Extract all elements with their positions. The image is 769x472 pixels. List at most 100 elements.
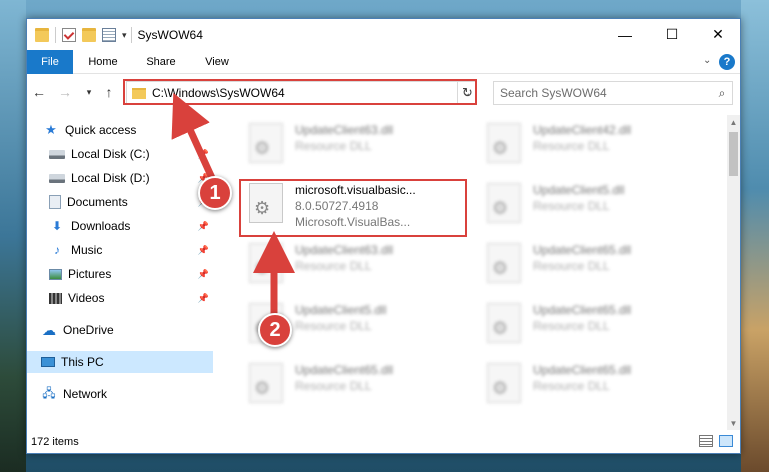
file-item[interactable]: UpdateClient5.dll Resource DLL (475, 177, 705, 233)
sidebar-item-music[interactable]: ♪ Music 📌 (27, 239, 213, 261)
new-folder-icon[interactable] (82, 28, 96, 42)
file-item[interactable]: UpdateClient63.dll Resource DLL (237, 117, 467, 173)
sidebar-item-downloads[interactable]: ⬇ Downloads 📌 (27, 215, 213, 237)
sidebar-item-network[interactable]: 🖧 Network (27, 383, 213, 405)
pin-icon[interactable]: 📌 (198, 293, 209, 304)
file-name: UpdateClient65.dll (295, 363, 394, 377)
download-icon: ⬇ (51, 219, 63, 233)
tab-view[interactable]: View (191, 50, 243, 74)
dll-file-icon (487, 303, 521, 343)
address-bar-highlight (123, 79, 477, 105)
file-name: UpdateClient63.dll (295, 123, 394, 137)
file-name: UpdateClient63.dll (295, 243, 394, 257)
file-item[interactable]: UpdateClient65.dll Resource DLL (475, 237, 705, 293)
item-count: 172 items (31, 435, 79, 448)
tab-share[interactable]: Share (133, 50, 189, 74)
pin-icon[interactable]: 📌 (198, 269, 209, 280)
sidebar-item-onedrive[interactable]: ☁ OneDrive (27, 319, 213, 341)
sidebar-item-this-pc[interactable]: This PC (27, 351, 213, 373)
desktop-background-right (741, 0, 769, 472)
file-type: Resource DLL (533, 379, 610, 393)
file-name: UpdateClient5.dll (295, 303, 387, 317)
sidebar-item-label: Music (71, 243, 103, 257)
sidebar-item-local-disk-c[interactable]: Local Disk (C:) 📌 (27, 143, 213, 165)
dll-file-icon (487, 123, 521, 163)
file-name: UpdateClient5.dll (533, 183, 625, 197)
file-name: UpdateClient65.dll (533, 303, 632, 317)
close-button[interactable]: ✕ (695, 19, 741, 50)
sidebar-item-quick-access[interactable]: ★ Quick access (27, 119, 213, 141)
sidebar-item-label: OneDrive (63, 323, 114, 337)
tiles-view-icon[interactable] (719, 435, 733, 447)
dll-file-icon (249, 123, 283, 163)
sidebar-item-label: Local Disk (D:) (71, 171, 150, 185)
step-2-badge: 2 (258, 313, 292, 347)
pin-icon[interactable]: 📌 (198, 221, 209, 232)
dll-file-icon (249, 363, 283, 403)
disk-icon (49, 173, 65, 183)
back-arrow-icon[interactable]: ← (29, 82, 49, 102)
view-properties-icon[interactable] (102, 28, 116, 42)
navigation-pane: ★ Quick access Local Disk (C:) 📌 Local D… (27, 115, 213, 430)
details-view-icon[interactable] (699, 435, 713, 447)
dll-file-icon (487, 363, 521, 403)
search-box[interactable]: ⌕ (493, 81, 733, 105)
disk-icon (49, 149, 65, 159)
folder-icon (35, 28, 49, 42)
tab-file[interactable]: File (27, 50, 73, 74)
recent-locations-dropdown-icon[interactable]: ▾ (79, 82, 99, 102)
file-item[interactable]: UpdateClient42.dll Resource DLL (475, 117, 705, 173)
search-input[interactable] (500, 86, 712, 100)
pc-icon (41, 357, 55, 367)
properties-check-icon[interactable] (62, 28, 76, 42)
file-type: Resource DLL (295, 139, 372, 153)
expand-ribbon-icon[interactable]: ⌄ (703, 55, 711, 66)
sidebar-item-label: Downloads (71, 219, 131, 233)
file-item[interactable]: UpdateClient65.dll Resource DLL (475, 297, 705, 353)
sidebar-item-documents[interactable]: Documents 📌 (27, 191, 213, 213)
up-arrow-icon[interactable]: ↑ (99, 82, 119, 102)
sidebar-item-videos[interactable]: Videos 📌 (27, 287, 213, 309)
file-type: Resource DLL (533, 319, 610, 333)
pin-icon[interactable]: 📌 (198, 149, 209, 160)
scroll-thumb[interactable] (729, 132, 738, 176)
scroll-down-icon[interactable]: ▼ (727, 416, 740, 430)
file-type: Resource DLL (295, 259, 372, 273)
minimize-button[interactable]: — (602, 19, 648, 50)
title-separator (130, 27, 132, 43)
customize-toolbar-dropdown-icon[interactable]: ▾ (122, 30, 127, 41)
pictures-icon (49, 268, 62, 280)
toolbar-separator (55, 27, 56, 43)
sidebar-item-label: This PC (61, 355, 104, 369)
vertical-scrollbar[interactable]: ▲ ▼ (727, 115, 740, 430)
file-name: UpdateClient42.dll (533, 123, 632, 137)
dll-file-icon (249, 243, 283, 283)
help-icon[interactable]: ? (719, 54, 735, 70)
file-type: Resource DLL (295, 379, 372, 393)
pin-icon[interactable]: 📌 (198, 245, 209, 256)
music-icon: ♪ (54, 243, 60, 257)
file-name: UpdateClient65.dll (533, 243, 632, 257)
sidebar-item-pictures[interactable]: Pictures 📌 (27, 263, 213, 285)
title-bar: ▾ SysWOW64 — ☐ ✕ (27, 19, 740, 50)
file-item[interactable]: UpdateClient65.dll Resource DLL (475, 357, 705, 413)
sidebar-item-label: Pictures (68, 267, 112, 281)
documents-icon (49, 195, 61, 209)
file-item[interactable]: UpdateClient63.dll Resource DLL (237, 237, 467, 293)
window-title: SysWOW64 (137, 28, 203, 42)
star-icon: ★ (45, 122, 57, 137)
file-item[interactable]: UpdateClient65.dll Resource DLL (237, 357, 467, 413)
file-type: Resource DLL (533, 259, 610, 273)
file-type: Resource DLL (295, 319, 372, 333)
forward-arrow-icon[interactable]: → (55, 82, 75, 102)
network-icon: 🖧 (42, 385, 56, 400)
search-icon[interactable]: ⌕ (712, 86, 732, 101)
scroll-up-icon[interactable]: ▲ (727, 115, 740, 129)
selected-file-highlight (239, 179, 467, 237)
quick-access-toolbar: ▾ SysWOW64 (35, 27, 203, 43)
sidebar-item-label: Documents (67, 195, 128, 209)
maximize-button[interactable]: ☐ (649, 19, 695, 50)
tab-home[interactable]: Home (75, 50, 131, 74)
sidebar-item-label: Videos (68, 291, 105, 305)
sidebar-item-local-disk-d[interactable]: Local Disk (D:) 📌 (27, 167, 213, 189)
